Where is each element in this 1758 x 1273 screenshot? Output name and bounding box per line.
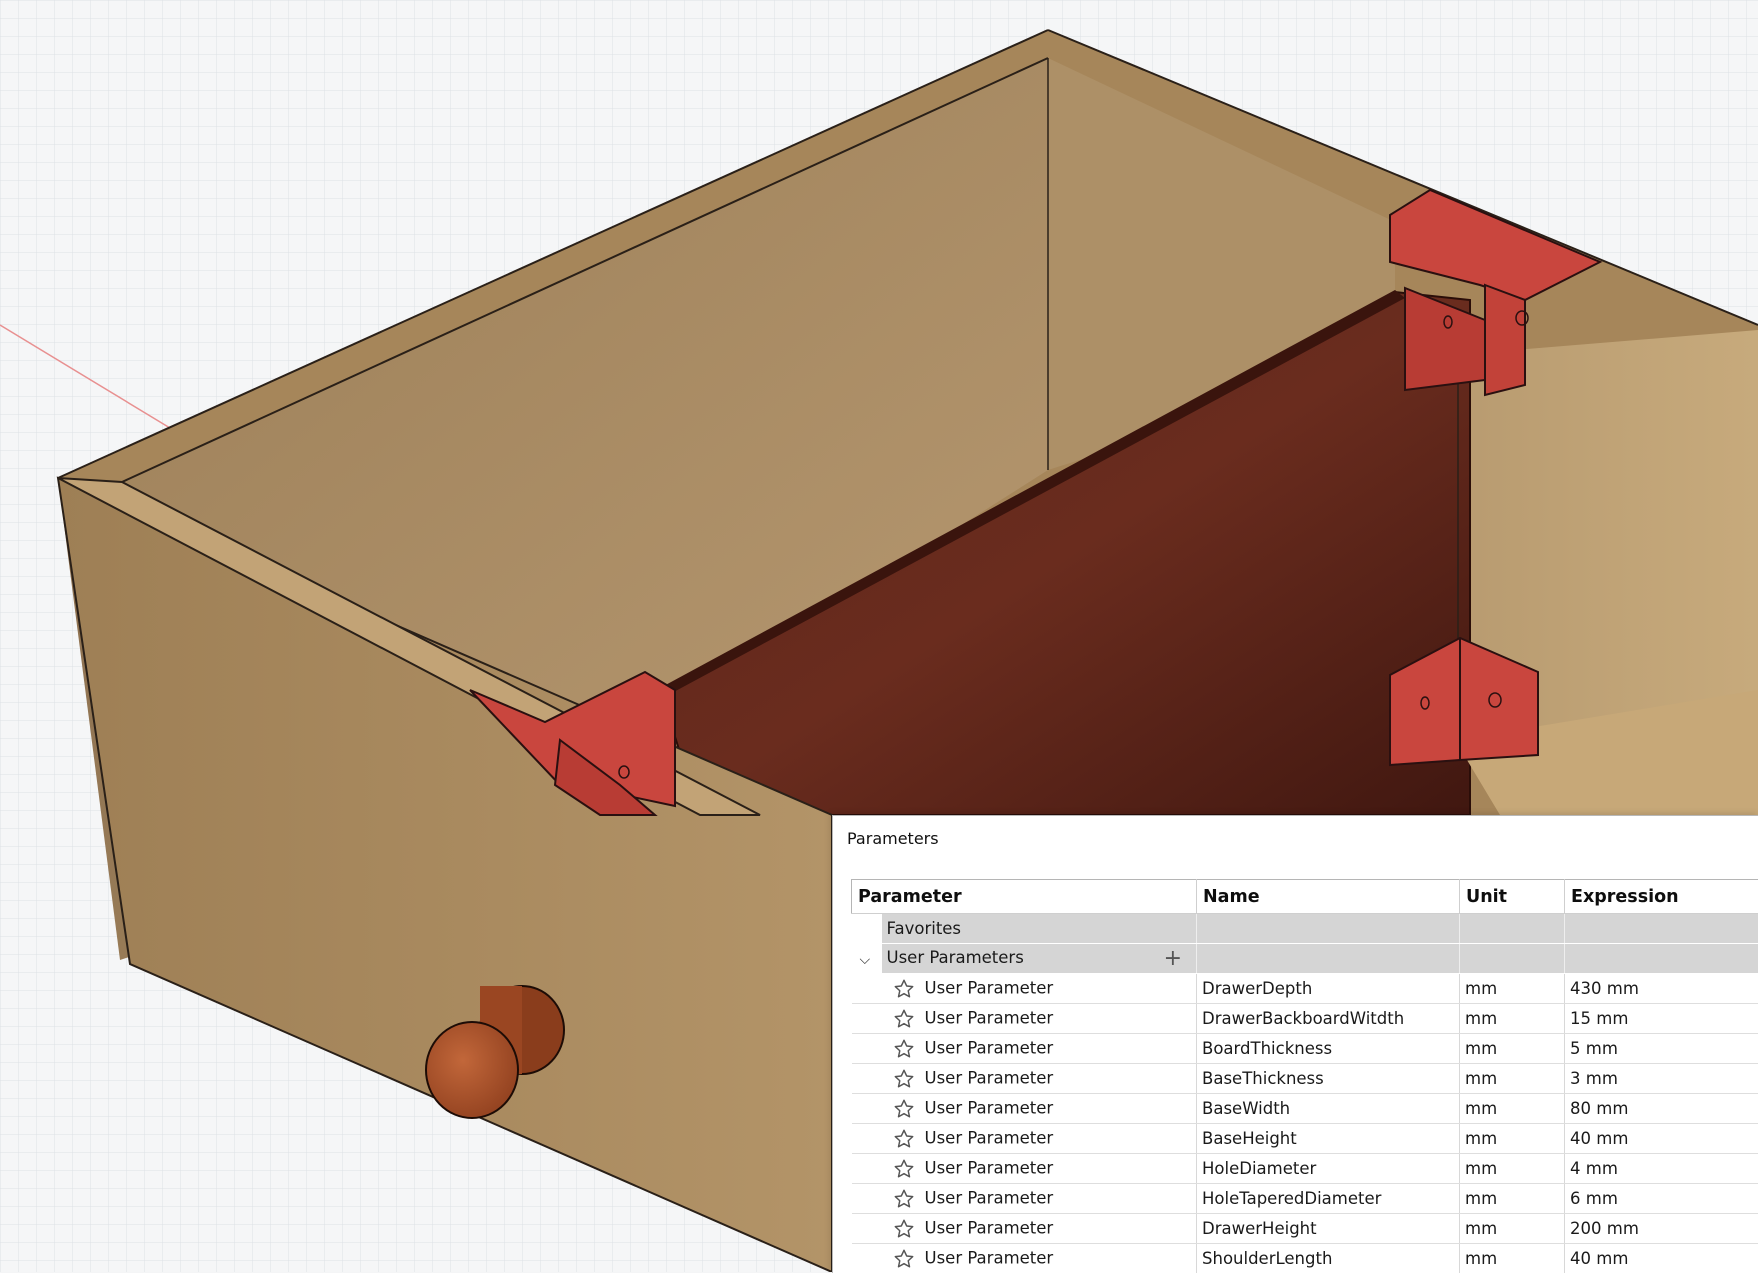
parameter-name[interactable]: BoardThickness bbox=[1197, 1034, 1460, 1064]
table-row[interactable]: User Parameter BaseHeightmm40 mm bbox=[852, 1124, 1758, 1154]
star-outline-icon[interactable] bbox=[887, 1158, 925, 1177]
parameter-unit[interactable]: mm bbox=[1460, 974, 1565, 1004]
parameter-expression[interactable]: 80 mm bbox=[1565, 1094, 1758, 1124]
star-outline-icon[interactable] bbox=[887, 1248, 925, 1267]
parameter-expression[interactable]: 15 mm bbox=[1565, 1004, 1758, 1034]
chevron-down-icon[interactable]: ⌵ bbox=[860, 952, 871, 968]
table-row[interactable]: User Parameter DrawerHeightmm200 mm bbox=[852, 1214, 1758, 1244]
column-header-unit[interactable]: Unit bbox=[1460, 880, 1565, 914]
parameter-type: User Parameter bbox=[925, 1218, 1054, 1237]
table-row[interactable]: User Parameter ShoulderLengthmm40 mm bbox=[852, 1244, 1758, 1273]
group-lead bbox=[852, 914, 882, 944]
column-header-expression[interactable]: Expression bbox=[1565, 880, 1758, 914]
parameter-expression[interactable]: 200 mm bbox=[1565, 1214, 1758, 1244]
expand-toggle[interactable]: ⌵ bbox=[852, 944, 882, 974]
parameter-name[interactable]: HoleDiameter bbox=[1197, 1154, 1460, 1184]
parameter-type: User Parameter bbox=[925, 1068, 1054, 1087]
star-outline-icon[interactable] bbox=[887, 1218, 925, 1237]
parameter-type-cell[interactable]: User Parameter bbox=[882, 1124, 1197, 1154]
group-label-favorites[interactable]: Favorites bbox=[882, 914, 1197, 944]
parameter-expression[interactable]: 4 mm bbox=[1565, 1154, 1758, 1184]
star-outline-icon[interactable] bbox=[887, 1038, 925, 1057]
parameter-unit[interactable]: mm bbox=[1460, 1034, 1565, 1064]
star-outline-icon[interactable] bbox=[887, 978, 925, 997]
parameter-unit[interactable]: mm bbox=[1460, 1244, 1565, 1273]
parameter-type-cell[interactable]: User Parameter bbox=[882, 1154, 1197, 1184]
parameter-type-cell[interactable]: User Parameter bbox=[882, 1094, 1197, 1124]
plus-icon[interactable]: + bbox=[1164, 948, 1182, 970]
table-row[interactable]: User Parameter DrawerBackboardWitdthmm15 … bbox=[852, 1004, 1758, 1034]
column-header-name[interactable]: Name bbox=[1197, 880, 1460, 914]
parameter-name[interactable]: BaseThickness bbox=[1197, 1064, 1460, 1094]
group-label-user-parameters[interactable]: User Parameters+ bbox=[882, 944, 1197, 974]
star-outline-icon[interactable] bbox=[887, 1128, 925, 1147]
parameter-expression[interactable]: 430 mm bbox=[1565, 974, 1758, 1004]
parameter-expression[interactable]: 6 mm bbox=[1565, 1184, 1758, 1214]
parameter-unit[interactable]: mm bbox=[1460, 1214, 1565, 1244]
parameter-type-cell[interactable]: User Parameter bbox=[882, 1214, 1197, 1244]
parameter-unit[interactable]: mm bbox=[1460, 1064, 1565, 1094]
parameter-type: User Parameter bbox=[925, 1188, 1054, 1207]
parameter-unit[interactable]: mm bbox=[1460, 1124, 1565, 1154]
parameter-type: User Parameter bbox=[925, 1248, 1054, 1267]
parameter-expression[interactable]: 40 mm bbox=[1565, 1124, 1758, 1154]
table-row[interactable]: User Parameter BaseThicknessmm3 mm bbox=[852, 1064, 1758, 1094]
parameter-type: User Parameter bbox=[925, 1158, 1054, 1177]
star-outline-icon[interactable] bbox=[887, 1068, 925, 1087]
parameter-name[interactable]: HoleTaperedDiameter bbox=[1197, 1184, 1460, 1214]
group-row-user-parameters[interactable]: ⌵ User Parameters+ bbox=[852, 944, 1758, 974]
parameter-name[interactable]: ShoulderLength bbox=[1197, 1244, 1460, 1273]
star-outline-icon[interactable] bbox=[887, 1188, 925, 1207]
parameter-type: User Parameter bbox=[925, 1038, 1054, 1057]
parameter-type: User Parameter bbox=[925, 1098, 1054, 1117]
parameters-panel[interactable]: Parameters Parameter Name Unit Expressio… bbox=[832, 815, 1758, 1273]
parameter-type-cell[interactable]: User Parameter bbox=[882, 1004, 1197, 1034]
column-header-parameter[interactable]: Parameter bbox=[852, 880, 1197, 914]
parameter-name[interactable]: DrawerDepth bbox=[1197, 974, 1460, 1004]
group-row-favorites[interactable]: Favorites bbox=[852, 914, 1758, 944]
parameter-type-cell[interactable]: User Parameter bbox=[882, 974, 1197, 1004]
parameters-table[interactable]: Parameter Name Unit Expression Favorites… bbox=[851, 879, 1758, 1273]
parameter-name[interactable]: DrawerBackboardWitdth bbox=[1197, 1004, 1460, 1034]
parameter-type-cell[interactable]: User Parameter bbox=[882, 1184, 1197, 1214]
parameter-type-cell[interactable]: User Parameter bbox=[882, 1034, 1197, 1064]
parameter-type: User Parameter bbox=[925, 1128, 1054, 1147]
parameter-unit[interactable]: mm bbox=[1460, 1184, 1565, 1214]
table-row[interactable]: User Parameter HoleTaperedDiametermm6 mm bbox=[852, 1184, 1758, 1214]
parameter-unit[interactable]: mm bbox=[1460, 1154, 1565, 1184]
parameter-name[interactable]: BaseHeight bbox=[1197, 1124, 1460, 1154]
table-row[interactable]: User Parameter HoleDiametermm4 mm bbox=[852, 1154, 1758, 1184]
parameter-name[interactable]: DrawerHeight bbox=[1197, 1214, 1460, 1244]
parameter-type-cell[interactable]: User Parameter bbox=[882, 1064, 1197, 1094]
star-outline-icon[interactable] bbox=[887, 1008, 925, 1027]
parameter-type: User Parameter bbox=[925, 1008, 1054, 1027]
table-row[interactable]: User Parameter BaseWidthmm80 mm bbox=[852, 1094, 1758, 1124]
panel-title: Parameters bbox=[847, 829, 939, 848]
parameter-expression[interactable]: 40 mm bbox=[1565, 1244, 1758, 1273]
parameter-type: User Parameter bbox=[925, 978, 1054, 997]
star-outline-icon[interactable] bbox=[887, 1098, 925, 1117]
parameter-type-cell[interactable]: User Parameter bbox=[882, 1244, 1197, 1273]
table-header-row: Parameter Name Unit Expression bbox=[852, 880, 1758, 914]
table-row[interactable]: User Parameter BoardThicknessmm5 mm bbox=[852, 1034, 1758, 1064]
parameter-unit[interactable]: mm bbox=[1460, 1004, 1565, 1034]
parameter-rows: User ParameterDrawerDepthmm430 mmUser Pa… bbox=[852, 974, 1758, 1273]
parameter-expression[interactable]: 5 mm bbox=[1565, 1034, 1758, 1064]
parameter-expression[interactable]: 3 mm bbox=[1565, 1064, 1758, 1094]
parameter-unit[interactable]: mm bbox=[1460, 1094, 1565, 1124]
parameter-name[interactable]: BaseWidth bbox=[1197, 1094, 1460, 1124]
table-row[interactable]: User Parameter DrawerDepthmm430 mm bbox=[852, 974, 1758, 1004]
